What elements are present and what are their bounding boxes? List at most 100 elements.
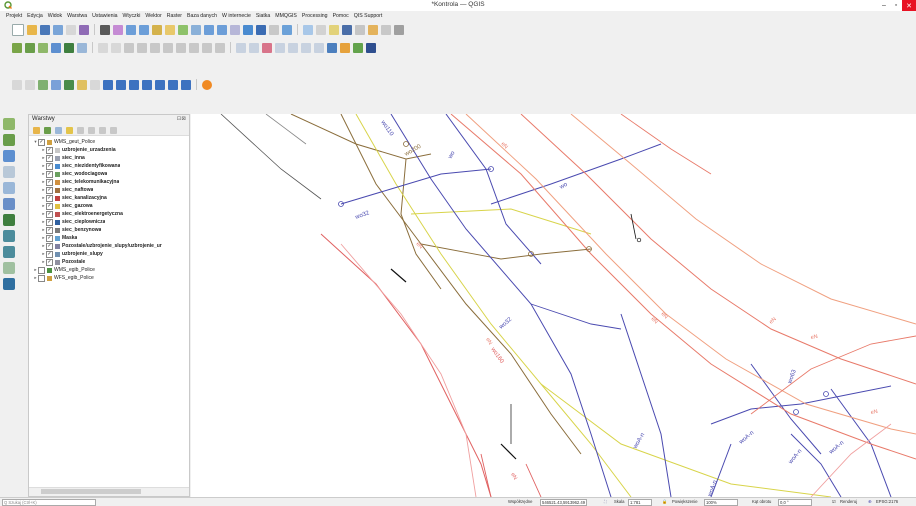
copy-features-icon[interactable] [176,42,186,53]
lock-scale-icon[interactable]: 🔒 [662,499,667,505]
layer-visibility-checkbox[interactable]: ✓ [46,170,53,178]
add-delimited-text-icon[interactable] [3,166,15,178]
open-project-icon[interactable] [27,24,37,35]
new-shapefile-icon[interactable] [3,278,15,290]
layer-row[interactable]: ▸ ✓ siec_kanalizacyjna [29,194,189,202]
add-feature-icon[interactable] [124,42,134,53]
toggle-extents-icon[interactable]: ⛶ [604,499,607,504]
shape-digitize-icon[interactable] [77,79,87,90]
highlight-labels-icon[interactable] [262,42,272,53]
layout-manager-icon[interactable] [79,24,89,35]
toggle-editing-icon[interactable] [98,42,108,53]
layer-visibility-checkbox[interactable]: ✓ [46,218,53,226]
manage-map-themes-icon[interactable] [55,126,62,134]
zoom-selection-icon[interactable] [165,24,175,35]
menu-ustawienia[interactable]: Ustawienia [92,13,117,19]
open-attribute-table-icon[interactable] [329,24,339,35]
layer-visibility-checkbox[interactable]: ✓ [46,242,53,250]
layer-visibility-checkbox[interactable]: ✓ [46,234,53,242]
vertex-tool-icon[interactable] [137,42,147,53]
add-vector-layer-icon[interactable] [12,42,22,53]
plugin-icon[interactable] [340,42,350,53]
digitize-icon[interactable] [12,79,22,90]
map-svg[interactable]: wo110 wo200 wo32 wo wo eN eN eN eN eN eN… [191,114,916,497]
wcs-icon[interactable] [142,79,152,90]
merge-features-icon[interactable] [51,79,61,90]
advanced-digitize-icon[interactable] [25,79,35,90]
layer-row[interactable]: ▸ ✓ Pozostale/uzbrojenie_slupy/uzbrojenie_… [29,242,189,250]
menu-projekt[interactable]: Projekt [6,13,22,19]
select-features-icon[interactable] [316,24,326,35]
show-hide-labels-icon[interactable] [314,42,324,53]
layer-row[interactable]: ▸ ✓ siec_cieplownicza [29,218,189,226]
delete-selected-icon[interactable] [150,42,160,53]
layer-visibility-checkbox[interactable]: ✓ [46,226,53,234]
cut-features-icon[interactable] [163,42,173,53]
add-spatialite-layer-icon[interactable] [3,182,15,194]
layer-visibility-checkbox[interactable]: ✓ [46,210,53,218]
add-delimited-text-icon[interactable] [38,42,48,53]
map-service-icon[interactable] [181,79,191,90]
georeferencer-icon[interactable] [64,79,74,90]
measure-icon[interactable] [355,24,365,35]
wms-icon[interactable] [103,79,113,90]
layer-visibility-checkbox[interactable]: ✓ [46,194,53,202]
add-mesh-layer-icon[interactable] [3,150,15,162]
collapse-all-icon[interactable] [99,126,106,134]
expand-all-icon[interactable] [88,126,95,134]
pan-hand-icon[interactable] [100,24,110,35]
maximize-button[interactable]: ▫ [890,0,902,11]
filter-legend-icon[interactable] [66,126,73,134]
layer-visibility-checkbox[interactable]: ✓ [46,162,53,170]
filter-by-expression-icon[interactable] [77,126,84,134]
map-canvas[interactable]: wo110 wo200 wo32 wo wo eN eN eN eN eN eN… [191,114,916,497]
add-group-icon[interactable] [44,126,51,134]
tile-service-icon[interactable] [168,79,178,90]
zoom-last-icon[interactable] [204,24,214,35]
pan-to-selection-icon[interactable] [113,24,123,35]
menu-wektor[interactable]: Wektor [145,13,161,19]
add-postgis-icon[interactable] [51,42,61,53]
layer-visibility-checkbox[interactable]: ✓ [46,202,53,210]
identify-icon[interactable] [303,24,313,35]
menu-pomoc[interactable]: Pomoc [333,13,349,19]
menu-raster[interactable]: Raster [167,13,182,19]
map-tips-icon[interactable] [381,24,391,35]
menu-mmqgis[interactable]: MMQGIS [275,13,297,19]
menu-siatka[interactable]: Siatka [256,13,270,19]
close-button[interactable]: ✕ [902,0,916,11]
change-label-icon[interactable] [301,42,311,53]
show-bookmarks-icon[interactable] [269,24,279,35]
zoom-full-icon[interactable] [152,24,162,35]
refresh-icon[interactable] [282,24,292,35]
text-annotation-icon[interactable] [394,24,404,35]
map-node[interactable] [823,391,829,397]
menu-edycja[interactable]: Edycja [27,13,43,19]
menu-processing[interactable]: Processing [302,13,328,19]
layer-row[interactable]: ▸ WMS_egib_Police [29,266,189,274]
minimize-button[interactable]: – [878,0,890,11]
save-project-icon[interactable] [40,24,50,35]
paste-features-icon[interactable] [189,42,199,53]
layer-row[interactable]: ▸ ✓ siec_wodociagowa [29,170,189,178]
add-wms-layer-icon[interactable] [3,230,15,242]
zoom-next-icon[interactable] [217,24,227,35]
menu-qis-support[interactable]: QIS Support [354,13,383,19]
zoom-layer-icon[interactable] [178,24,188,35]
layer-row[interactable]: ▸ ✓ siec_niezidentyfikowana [29,162,189,170]
menu-baza-danych[interactable]: Baza danych [187,13,217,19]
menu-wtyczki[interactable]: Wtyczki [123,13,141,19]
warning-plugin-icon[interactable] [202,79,212,90]
geoportal-icon[interactable] [155,79,165,90]
open-layer-styling-icon[interactable] [33,126,40,134]
crs-button[interactable]: EPSG:2176 [876,499,898,504]
layer-row[interactable]: ▸ ✓ uzbrojenie_urzadzenia [29,146,189,154]
scrollbar-thumb[interactable] [41,489,141,494]
add-spatialite-icon[interactable] [64,42,74,53]
layer-row[interactable]: ▸ ✓ Maska [29,234,189,242]
crs-globe-icon[interactable]: ⊕ [868,499,872,504]
save-edits-icon[interactable] [111,42,121,53]
wfs-icon[interactable] [116,79,126,90]
panel-float-close-buttons[interactable]: ⊡⊠ [177,116,186,122]
menu-w-internecie[interactable]: W internecie [222,13,251,19]
